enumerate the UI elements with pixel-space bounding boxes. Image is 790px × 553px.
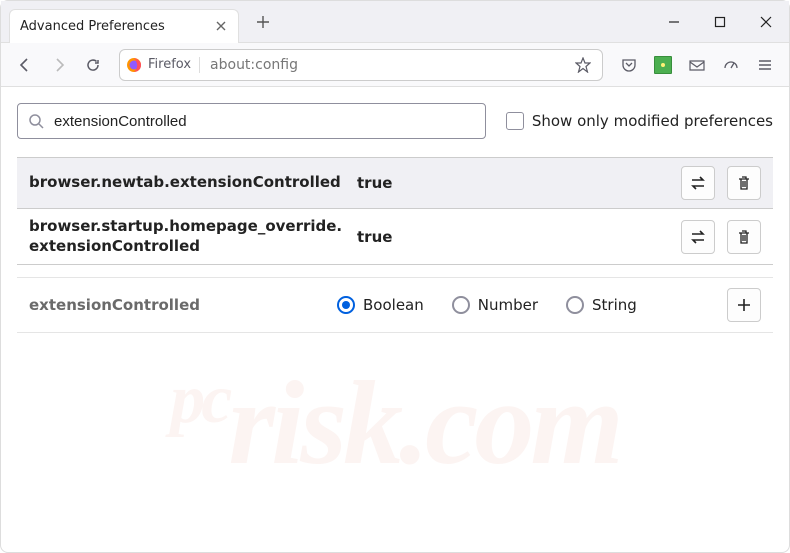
- identity-label: Firefox: [148, 57, 191, 72]
- radio-icon: [566, 296, 584, 314]
- extension-icon[interactable]: [647, 49, 679, 81]
- pocket-icon[interactable]: [613, 49, 645, 81]
- search-icon: [28, 113, 44, 129]
- new-pref-row: extensionControlled Boolean Number Strin…: [17, 277, 773, 333]
- new-pref-name: extensionControlled: [29, 296, 329, 314]
- checkbox-icon: [506, 112, 524, 130]
- plus-icon: [736, 297, 752, 313]
- forward-button[interactable]: [43, 49, 75, 81]
- reload-button[interactable]: [77, 49, 109, 81]
- trash-icon: [736, 175, 752, 191]
- tab-title: Advanced Preferences: [20, 19, 214, 34]
- bookmark-star-icon[interactable]: [570, 52, 596, 78]
- url-text[interactable]: about:config: [206, 57, 564, 73]
- browser-tab[interactable]: Advanced Preferences: [9, 9, 239, 43]
- radio-label: String: [592, 296, 637, 314]
- search-box[interactable]: [17, 103, 486, 139]
- navigation-toolbar: Firefox about:config: [1, 43, 789, 87]
- swap-icon: [689, 174, 707, 192]
- close-window-button[interactable]: [743, 1, 789, 43]
- radio-boolean[interactable]: Boolean: [337, 296, 424, 314]
- radio-icon: [337, 296, 355, 314]
- delete-button[interactable]: [727, 166, 761, 200]
- pref-value: true: [357, 228, 669, 246]
- new-tab-button[interactable]: [249, 8, 277, 36]
- pref-value: true: [357, 174, 669, 192]
- menu-icon[interactable]: [749, 49, 781, 81]
- search-input[interactable]: [54, 113, 475, 130]
- close-tab-icon[interactable]: [214, 19, 228, 33]
- swap-icon: [689, 228, 707, 246]
- trash-icon: [736, 229, 752, 245]
- back-button[interactable]: [9, 49, 41, 81]
- delete-button[interactable]: [727, 220, 761, 254]
- add-button[interactable]: [727, 288, 761, 322]
- url-bar[interactable]: Firefox about:config: [119, 49, 603, 81]
- mail-icon[interactable]: [681, 49, 713, 81]
- search-row: Show only modified preferences: [17, 103, 773, 139]
- results-table: browser.newtab.extensionControlled true …: [17, 157, 773, 265]
- dashboard-icon[interactable]: [715, 49, 747, 81]
- modified-only-checkbox[interactable]: Show only modified preferences: [506, 112, 773, 130]
- pref-row[interactable]: browser.newtab.extensionControlled true: [17, 158, 773, 209]
- toggle-button[interactable]: [681, 166, 715, 200]
- pref-name: browser.newtab.extensionControlled: [29, 173, 349, 193]
- config-content: Show only modified preferences browser.n…: [1, 87, 789, 349]
- radio-label: Boolean: [363, 296, 424, 314]
- checkbox-label: Show only modified preferences: [532, 112, 773, 130]
- type-radio-group: Boolean Number String: [337, 296, 715, 314]
- pref-name: browser.startup.homepage_override.extens…: [29, 217, 349, 256]
- titlebar: Advanced Preferences: [1, 1, 789, 43]
- radio-number[interactable]: Number: [452, 296, 538, 314]
- window-controls: [651, 1, 789, 43]
- toggle-button[interactable]: [681, 220, 715, 254]
- watermark: pcrisk.com: [1, 354, 789, 492]
- radio-label: Number: [478, 296, 538, 314]
- radio-icon: [452, 296, 470, 314]
- minimize-button[interactable]: [651, 1, 697, 43]
- identity-box[interactable]: Firefox: [126, 57, 200, 73]
- pref-row[interactable]: browser.startup.homepage_override.extens…: [17, 209, 773, 265]
- radio-string[interactable]: String: [566, 296, 637, 314]
- maximize-button[interactable]: [697, 1, 743, 43]
- firefox-logo-icon: [126, 57, 142, 73]
